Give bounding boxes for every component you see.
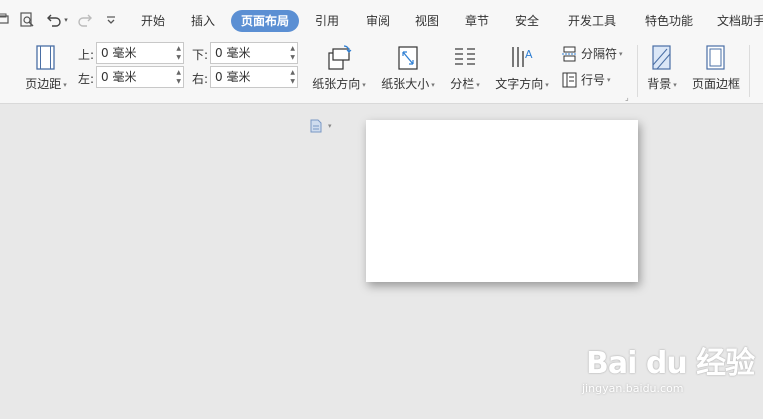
spinner-arrows-icon[interactable]: ▲ ▼ (176, 68, 181, 86)
orientation-label: 纸张方向 (312, 77, 361, 91)
paper-size-label: 纸张大小 (381, 77, 430, 91)
columns-dropdown-icon: ▾ (476, 80, 480, 89)
margin-bottom-label: 下: (192, 48, 209, 62)
columns-label: 分栏 (450, 77, 475, 91)
background-dropdown-icon: ▾ (673, 80, 677, 89)
margin-top-field[interactable]: 0 毫米 ▲ ▼ (96, 42, 184, 64)
margin-right-label: 右: (192, 72, 209, 86)
tab-references[interactable]: 引用 (310, 10, 344, 32)
line-number-button[interactable]: 行号 ▾ (562, 71, 611, 88)
margin-left-field[interactable]: 0 毫米 ▲ ▼ (96, 66, 184, 88)
spinner-arrows-icon[interactable]: ▲ ▼ (290, 44, 295, 62)
page-orientation-icon (328, 45, 352, 70)
tab-home[interactable]: 开始 (136, 10, 170, 32)
margin-right-field[interactable]: 0 毫米 ▲ ▼ (210, 66, 298, 88)
print-icon[interactable] (0, 11, 10, 29)
orientation-button[interactable]: 纸张方向 ▾ (309, 45, 369, 92)
tab-insert[interactable]: 插入 (186, 10, 220, 32)
paper-size-button[interactable]: 纸张大小 ▾ (378, 45, 438, 92)
paper-size-icon (398, 46, 418, 70)
undo-dropdown-icon[interactable]: ▾ (62, 11, 70, 29)
tab-document-assistant[interactable]: 文档助手 (717, 10, 763, 32)
paper-size-dropdown-icon: ▾ (431, 80, 435, 89)
document-icon (310, 119, 322, 133)
text-direction-dropdown-icon: ▾ (545, 80, 549, 89)
page-background-icon (652, 45, 671, 70)
margin-top-value: 0 毫米 (101, 46, 137, 60)
ribbon-divider (637, 45, 638, 97)
watermark-brand: Bai du 经验 (586, 346, 755, 381)
background-button[interactable]: 背景 ▾ (642, 45, 682, 92)
columns-icon (455, 48, 475, 65)
page-border-icon (706, 45, 725, 70)
columns-button[interactable]: 分栏 ▾ (446, 45, 484, 92)
text-direction-button[interactable]: A 文字方向 ▾ (493, 45, 551, 92)
margin-bottom-field[interactable]: 0 毫米 ▲ ▼ (210, 42, 298, 64)
tab-view[interactable]: 视图 (410, 10, 444, 32)
margins-icon (36, 45, 55, 70)
margin-right-value: 0 毫米 (215, 70, 251, 84)
spinner-arrows-icon[interactable]: ▲ ▼ (290, 68, 295, 86)
margin-bottom-value: 0 毫米 (215, 46, 251, 60)
tab-security[interactable]: 安全 (510, 10, 544, 32)
menu-bar: ▾ 开始 插入 页面布局 引用 审阅 视图 章节 安全 开发工具 特色功能 文档… (0, 0, 763, 38)
undo-icon[interactable] (44, 11, 62, 29)
redo-icon[interactable] (77, 11, 93, 29)
tab-developer-tools[interactable]: 开发工具 (564, 10, 620, 32)
document-dropdown-icon[interactable]: ▾ (328, 122, 332, 130)
text-direction-icon: A (512, 47, 533, 67)
margins-button[interactable]: 页边距 ▾ (20, 45, 72, 92)
line-number-label: 行号 (581, 73, 606, 87)
orientation-dropdown-icon: ▾ (362, 80, 366, 89)
line-number-dropdown-icon: ▾ (607, 75, 611, 84)
break-dropdown-icon: ▾ (619, 49, 623, 58)
tab-special-features[interactable]: 特色功能 (641, 10, 697, 32)
margin-left-label: 左: (78, 72, 95, 86)
text-direction-label: 文字方向 (495, 77, 544, 91)
break-label: 分隔符 (581, 47, 618, 61)
line-number-icon (562, 72, 577, 87)
ribbon-divider (749, 45, 750, 97)
background-label: 背景 (647, 77, 672, 91)
margins-dropdown-icon: ▾ (63, 80, 67, 89)
break-button[interactable]: 分隔符 ▾ (562, 45, 623, 62)
tab-review[interactable]: 审阅 (361, 10, 395, 32)
customize-toolbar-icon[interactable] (104, 11, 118, 29)
margin-left-value: 0 毫米 (101, 70, 137, 84)
margins-label: 页边距 (25, 77, 62, 91)
spinner-arrows-icon[interactable]: ▲ ▼ (176, 44, 181, 62)
print-preview-icon[interactable] (18, 11, 36, 29)
margin-top-label: 上: (78, 48, 95, 62)
svg-text:A: A (525, 48, 533, 61)
page-setup-launcher-icon[interactable]: ⌟ (625, 93, 629, 102)
document-page[interactable] (366, 120, 638, 282)
watermark-url: jingyan.baidu.com (582, 382, 684, 395)
page-break-icon (562, 46, 577, 61)
page-border-button[interactable]: 页面边框 (690, 45, 742, 92)
baidu-watermark: Bai du 经验 jingyan.baidu.com (582, 338, 755, 395)
tab-page-layout[interactable]: 页面布局 (231, 10, 299, 32)
document-navigation-button[interactable]: ▾ (309, 119, 332, 133)
tab-section[interactable]: 章节 (460, 10, 494, 32)
page-border-label: 页面边框 (691, 77, 740, 91)
